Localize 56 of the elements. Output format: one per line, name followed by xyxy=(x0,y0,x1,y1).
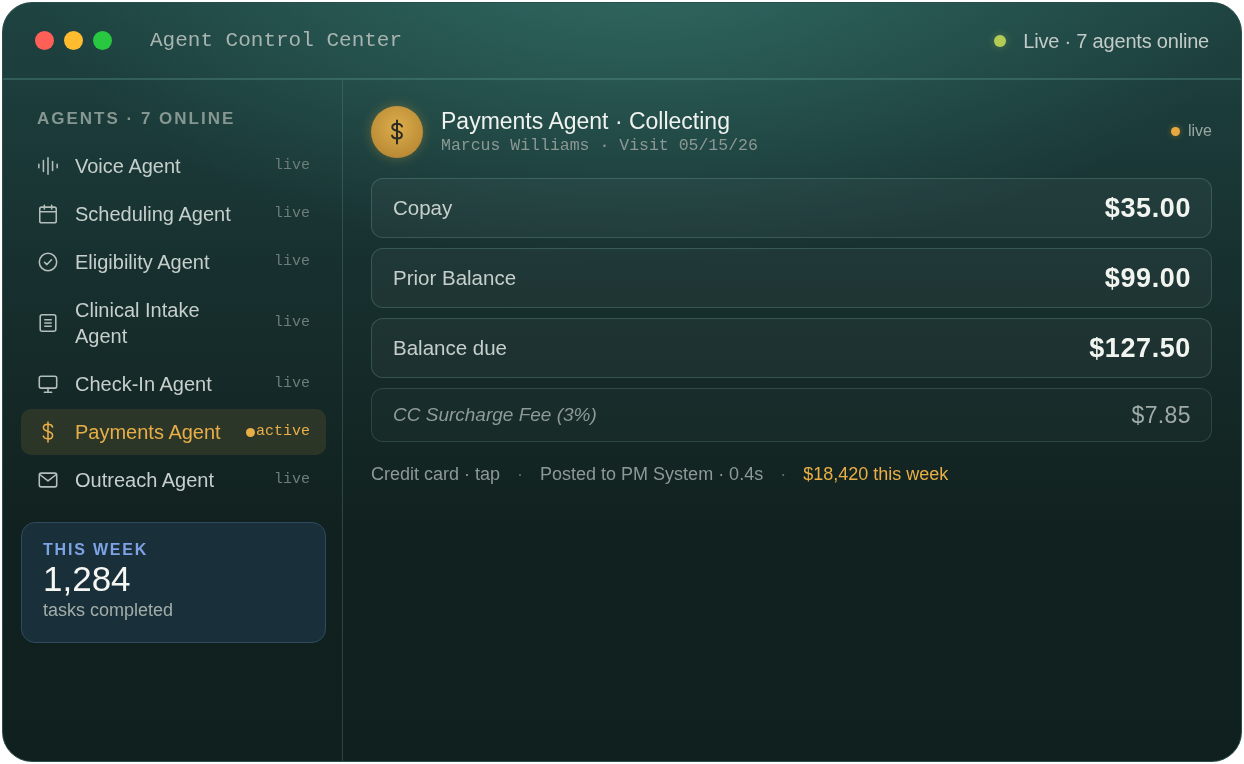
agent-status: live xyxy=(274,155,310,176)
waveform-icon xyxy=(37,155,59,177)
agent-status: live xyxy=(1188,121,1212,141)
agent-item[interactable]: Payments Agent active xyxy=(21,409,326,455)
check-circle-icon xyxy=(37,251,59,273)
dollar-coin-icon xyxy=(371,106,423,158)
line-item-label: Prior Balance xyxy=(393,264,517,291)
agent-name: Clinical Intake Agent xyxy=(75,298,201,349)
agent-name: Scheduling Agent xyxy=(75,202,232,227)
stats-label: THIS WEEK xyxy=(43,540,150,560)
section-heading: AGENTS · 7 ONLINE xyxy=(36,108,237,130)
window-title: Agent Control Center xyxy=(150,27,403,54)
agent-item[interactable]: Voice Agent live xyxy=(21,142,326,190)
agent-status: live xyxy=(274,203,310,224)
line-item-amount: $127.50 xyxy=(1089,331,1191,365)
maximize-button[interactable] xyxy=(93,31,112,50)
footer-detail: Credit card · tap xyxy=(371,463,501,486)
agent-status: live xyxy=(274,373,310,394)
agent-item[interactable]: Check-In Agent live xyxy=(21,360,326,408)
separator: · xyxy=(780,463,787,486)
status-dot-icon xyxy=(994,34,1007,47)
status-dot-icon xyxy=(246,427,255,437)
agent-name: Payments Agent xyxy=(75,420,222,445)
weekly-total: $18,420 this week xyxy=(803,463,949,486)
agent-item[interactable]: Clinical Intake Agent live xyxy=(21,286,326,360)
agent-name: Check-In Agent xyxy=(75,372,213,397)
line-item-label: Copay xyxy=(393,194,453,221)
line-item-label: Balance due xyxy=(393,334,507,361)
close-button[interactable] xyxy=(35,31,54,50)
calendar-icon xyxy=(37,203,59,225)
stats-value: 1,284 xyxy=(43,560,132,598)
agent-item[interactable]: Eligibility Agent live xyxy=(21,238,326,286)
agent-name: Voice Agent xyxy=(75,154,182,179)
line-item-amount: $35.00 xyxy=(1104,191,1191,225)
status-dot-icon xyxy=(1171,126,1180,136)
agent-status: live xyxy=(274,312,310,333)
agent-item[interactable]: Outreach Agent live xyxy=(21,456,326,504)
agent-status: live xyxy=(274,469,310,490)
connection-status: Live · 7 agents online xyxy=(1023,28,1209,54)
agent-name: Outreach Agent xyxy=(75,468,215,493)
line-item-amount: $99.00 xyxy=(1104,261,1191,295)
footer-detail: Posted to PM System · 0.4s xyxy=(540,463,764,486)
line-item-label: CC Surcharge Fee (3%) xyxy=(393,402,597,427)
agent-name: Eligibility Agent xyxy=(75,250,211,275)
agent-status: active xyxy=(256,421,310,442)
agent-title: Payments Agent · Collecting xyxy=(441,107,731,135)
envelope-icon xyxy=(37,469,59,491)
agent-item[interactable]: Scheduling Agent live xyxy=(21,190,326,238)
agent-status: live xyxy=(274,251,310,272)
visit-subtitle: Marcus Williams · Visit 05/15/26 xyxy=(441,135,758,157)
monitor-icon xyxy=(37,373,59,395)
document-icon xyxy=(37,312,59,334)
separator: · xyxy=(517,463,524,486)
line-item-amount: $7.85 xyxy=(1131,400,1191,430)
stats-caption: tasks completed xyxy=(43,599,175,622)
minimize-button[interactable] xyxy=(64,31,83,50)
